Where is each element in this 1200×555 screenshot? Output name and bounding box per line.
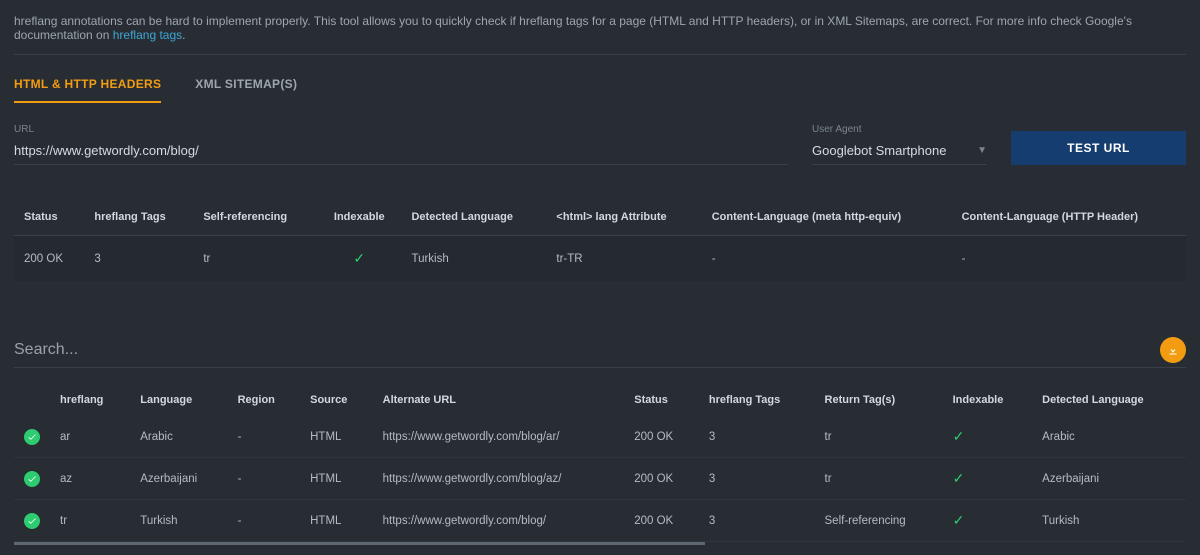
check-icon: ✓ (353, 250, 365, 266)
dcol-language: Language (130, 384, 227, 416)
cell-hreflang-tags: 3 (699, 416, 815, 458)
cell-status: 200 OK (624, 416, 699, 458)
status-ok-icon (24, 429, 40, 445)
horizontal-scrollbar[interactable] (14, 542, 705, 545)
table-row: azAzerbaijani-HTMLhttps://www.getwordly.… (14, 458, 1186, 500)
check-icon: ✓ (953, 470, 965, 486)
download-button[interactable] (1160, 337, 1186, 363)
tab-xml-sitemaps[interactable]: XML SITEMAP(S) (195, 69, 297, 103)
user-agent-label: User Agent (812, 124, 987, 135)
tab-html-http[interactable]: HTML & HTTP HEADERS (14, 69, 161, 103)
cell-source: HTML (300, 458, 373, 500)
cell-language: Arabic (130, 416, 227, 458)
cell-indexable: ✓ (943, 416, 1033, 458)
dcol-hreflang-tags: hreflang Tags (699, 384, 815, 416)
cell-return-tags: Self-referencing (815, 500, 943, 542)
cell-source: HTML (300, 500, 373, 542)
tab-bar: HTML & HTTP HEADERS XML SITEMAP(S) (14, 69, 1186, 104)
check-icon: ✓ (953, 428, 965, 444)
test-url-button[interactable]: TEST URL (1011, 131, 1186, 165)
col-meta-equiv: Content-Language (meta http-equiv) (702, 199, 952, 236)
summary-row: 200 OK 3 tr ✓ Turkish tr-TR - - (14, 236, 1186, 282)
chevron-down-icon: ▼ (977, 145, 987, 156)
cell-self-ref: tr (193, 236, 317, 282)
cell-detected-lang: Azerbaijani (1032, 458, 1186, 500)
cell-region: - (228, 416, 301, 458)
intro-after: . (182, 28, 185, 42)
dcol-indexable: Indexable (943, 384, 1033, 416)
cell-status: 200 OK (624, 500, 699, 542)
search-input[interactable] (14, 337, 1152, 363)
dcol-source: Source (300, 384, 373, 416)
col-detected-lang: Detected Language (401, 199, 546, 236)
check-icon: ✓ (953, 512, 965, 528)
table-row: arArabic-HTMLhttps://www.getwordly.com/b… (14, 416, 1186, 458)
cell-hreflang: az (50, 458, 130, 500)
cell-alt-url: https://www.getwordly.com/blog/ (373, 500, 625, 542)
url-label: URL (14, 124, 788, 135)
cell-detected-lang: Turkish (1032, 500, 1186, 542)
cell-return-tags: tr (815, 416, 943, 458)
table-row: trTurkish-HTMLhttps://www.getwordly.com/… (14, 500, 1186, 542)
dcol-return-tags: Return Tag(s) (815, 384, 943, 416)
cell-hreflang-tags: 3 (84, 236, 193, 282)
cell-hreflang-tags: 3 (699, 458, 815, 500)
col-hreflang-tags: hreflang Tags (84, 199, 193, 236)
cell-hreflang-tags: 3 (699, 500, 815, 542)
dcol-status: Status (624, 384, 699, 416)
cell-html-lang: tr-TR (546, 236, 701, 282)
cell-indexable: ✓ (943, 458, 1033, 500)
search-row (14, 337, 1186, 368)
cell-indexable: ✓ (943, 500, 1033, 542)
test-form: URL User Agent Googlebot Smartphone ▼ TE… (14, 124, 1186, 165)
cell-region: - (228, 458, 301, 500)
cell-alt-url: https://www.getwordly.com/blog/ar/ (373, 416, 625, 458)
cell-detected-lang: Turkish (401, 236, 546, 282)
cell-region: - (228, 500, 301, 542)
status-ok-icon (24, 471, 40, 487)
status-ok-icon (24, 513, 40, 529)
dcol-detected-lang: Detected Language (1032, 384, 1186, 416)
col-status: Status (14, 199, 84, 236)
hreflang-docs-link[interactable]: hreflang tags (113, 28, 182, 42)
cell-language: Turkish (130, 500, 227, 542)
download-icon (1167, 344, 1179, 356)
user-agent-value: Googlebot Smartphone (812, 143, 946, 158)
col-http-header: Content-Language (HTTP Header) (952, 199, 1186, 236)
cell-hreflang: tr (50, 500, 130, 542)
detail-table: hreflang Language Region Source Alternat… (14, 384, 1186, 542)
dcol-hreflang: hreflang (50, 384, 130, 416)
col-indexable: Indexable (317, 199, 401, 236)
user-agent-select[interactable]: Googlebot Smartphone ▼ (812, 139, 987, 165)
cell-meta-equiv: - (702, 236, 952, 282)
cell-source: HTML (300, 416, 373, 458)
cell-alt-url: https://www.getwordly.com/blog/az/ (373, 458, 625, 500)
cell-hreflang: ar (50, 416, 130, 458)
col-html-lang: <html> lang Attribute (546, 199, 701, 236)
col-self-ref: Self-referencing (193, 199, 317, 236)
cell-http-header: - (952, 236, 1186, 282)
intro-text: hreflang annotations can be hard to impl… (14, 10, 1186, 55)
cell-status: 200 OK (14, 236, 84, 282)
dcol-region: Region (228, 384, 301, 416)
summary-table: Status hreflang Tags Self-referencing In… (14, 199, 1186, 281)
cell-detected-lang: Arabic (1032, 416, 1186, 458)
dcol-alt-url: Alternate URL (373, 384, 625, 416)
cell-return-tags: tr (815, 458, 943, 500)
url-input[interactable] (14, 139, 788, 165)
cell-language: Azerbaijani (130, 458, 227, 500)
cell-status: 200 OK (624, 458, 699, 500)
